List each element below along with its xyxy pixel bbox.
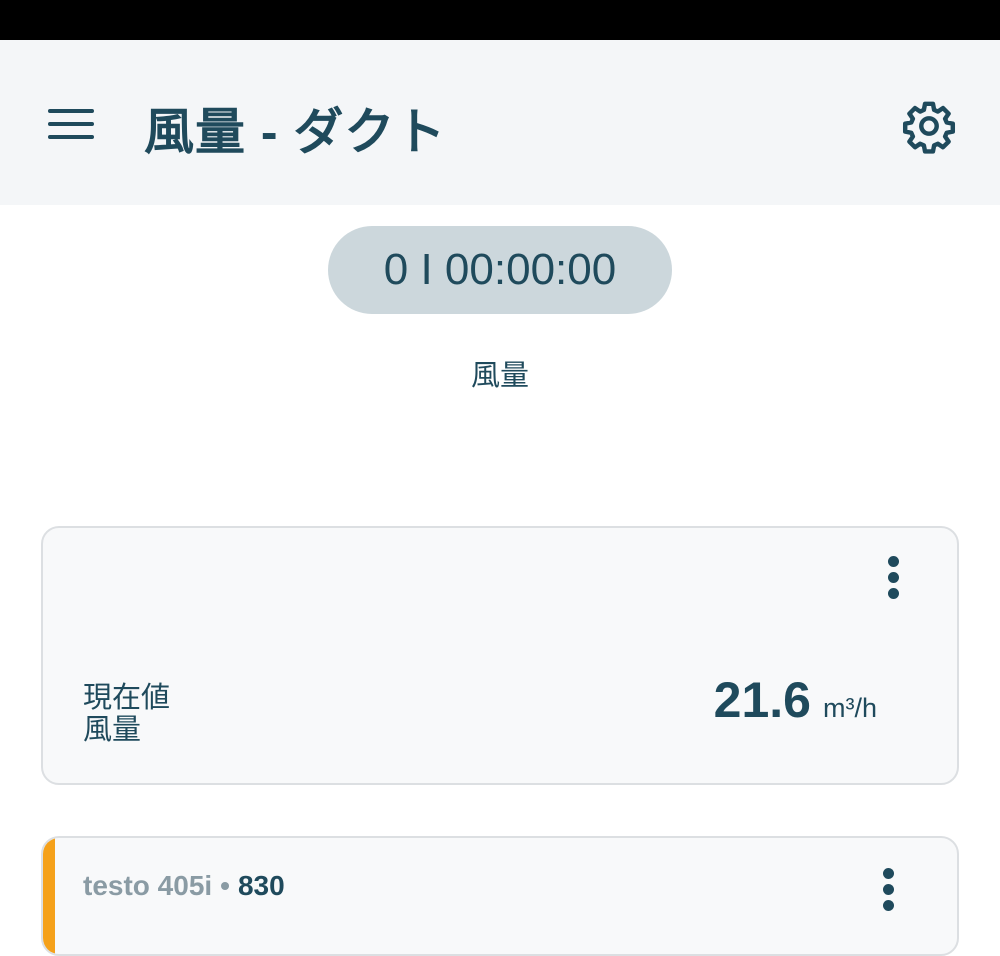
app-bar: 風量 - ダクト [0, 40, 1000, 205]
reading-label-current: 現在値 [83, 682, 171, 714]
menu-icon[interactable] [44, 106, 98, 142]
measurement-label: 風量 [470, 360, 529, 392]
more-vertical-icon[interactable] [876, 866, 900, 914]
probe-card[interactable]: testo 405i • 830 [41, 836, 959, 956]
reading-unit: m³/h [823, 693, 877, 723]
probe-title: testo 405i • 830 [83, 870, 285, 902]
reading-label-quantity: 風量 [83, 714, 142, 746]
probe-name: testo 405i [83, 870, 213, 901]
timer-display: 0 I 00:00:00 [328, 226, 672, 314]
page-title: 風量 - ダクト [144, 104, 447, 160]
reading-value-group: 21.6 m³/h [714, 671, 877, 729]
reading-card: 現在値 風量 21.6 m³/h [41, 526, 959, 785]
probe-serial: 830 [237, 870, 285, 901]
probe-separator: • [220, 870, 230, 901]
timer-text: 0 I 00:00:00 [383, 245, 617, 294]
more-vertical-icon[interactable] [881, 554, 905, 602]
probe-status-accent [43, 838, 55, 954]
reading-value: 21.6 [713, 672, 811, 728]
gear-icon[interactable] [901, 98, 957, 154]
status-bar [0, 0, 1000, 40]
